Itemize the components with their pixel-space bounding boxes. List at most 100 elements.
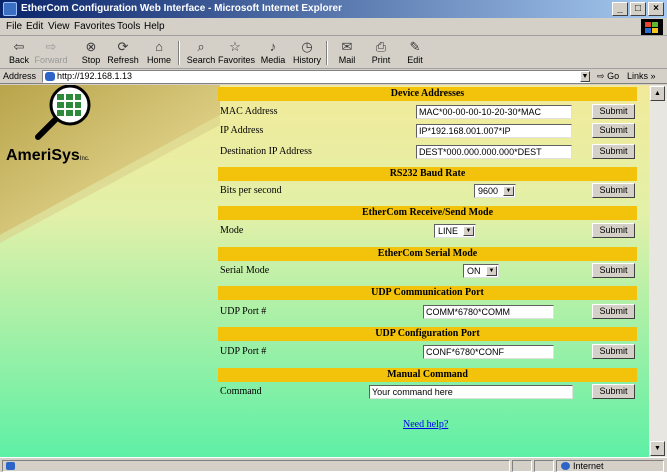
refresh-button[interactable]: ⟳ Refresh — [106, 39, 140, 67]
toolbar-separator — [178, 41, 180, 65]
media-icon: ♪ — [269, 39, 277, 54]
chevron-down-icon: ▼ — [486, 266, 497, 276]
scroll-down-button[interactable]: ▼ — [650, 441, 665, 456]
ip-submit-button[interactable]: Submit — [592, 123, 635, 138]
window-title: EtherCom Configuration Web Interface - M… — [21, 3, 342, 14]
edit-button[interactable]: ✎ Edit — [398, 39, 432, 67]
stop-icon: ⊗ — [85, 39, 97, 54]
windows-logo-icon — [641, 19, 663, 35]
back-button[interactable]: ⇦ Back — [2, 39, 36, 67]
minimize-button[interactable]: _ — [612, 2, 628, 16]
section-header-device-addresses: Device Addresses — [218, 87, 637, 101]
back-arrow-icon: ⇦ — [13, 39, 25, 54]
vertical-scrollbar[interactable]: ▲ ▼ — [649, 85, 667, 457]
section-header-rs-mode: EtherCom Receive/Send Mode — [218, 206, 637, 220]
dest-ip-label: Destination IP Address — [220, 146, 312, 157]
menu-bar: File Edit View Favorites Tools Help — [0, 18, 667, 36]
history-icon: ◷ — [301, 39, 313, 54]
menu-help[interactable]: Help — [144, 21, 165, 32]
favorites-icon: ☆ — [229, 39, 241, 54]
security-zone-panel: Internet — [556, 460, 664, 472]
section-header-baud-rate: RS232 Baud Rate — [218, 167, 637, 181]
row-ip-address: IP Address IP*192.168.001.007*IP Submit — [218, 122, 637, 140]
udp-conf-port-input[interactable]: CONF*6780*CONF — [423, 345, 554, 359]
status-bar: Internet — [0, 457, 667, 472]
row-bits-per-second: Bits per second 9600 ▼ Submit — [218, 182, 637, 200]
need-help-link[interactable]: Need help? — [403, 419, 448, 430]
row-mode: Mode LINE ▼ Submit — [218, 222, 637, 240]
row-udp-comm-port: UDP Port # COMM*6780*COMM Submit — [218, 303, 637, 321]
address-bar: Address http://192.168.1.13 ▼ ⇨ Go Links… — [0, 70, 667, 84]
stop-button[interactable]: ⊗ Stop — [74, 39, 108, 67]
toolbar: ⇦ Back ⇨ Forward ⊗ Stop ⟳ Refresh ⌂ Home… — [0, 37, 667, 69]
ip-input[interactable]: IP*192.168.001.007*IP — [416, 124, 572, 138]
address-input[interactable]: http://192.168.1.13 — [42, 70, 590, 83]
go-arrow-icon: ⇨ — [597, 71, 605, 81]
go-button[interactable]: ⇨ Go — [597, 71, 619, 82]
row-dest-ip: Destination IP Address DEST*000.000.000.… — [218, 143, 637, 161]
ip-label: IP Address — [220, 125, 264, 136]
mac-input[interactable]: MAC*00-00-00-10-20-30*MAC — [416, 105, 572, 119]
close-button[interactable]: × — [648, 2, 664, 16]
toolbar-separator — [326, 41, 328, 65]
mac-label: MAC Address — [220, 106, 278, 117]
command-label: Command — [220, 386, 262, 397]
maximize-button[interactable]: □ — [630, 2, 646, 16]
favorites-button[interactable]: ☆ Favorites — [218, 39, 255, 67]
dest-ip-submit-button[interactable]: Submit — [592, 144, 635, 159]
globe-icon — [561, 462, 570, 470]
mode-select[interactable]: LINE ▼ — [434, 224, 476, 238]
title-bar: EtherCom Configuration Web Interface - M… — [0, 0, 667, 18]
udp-comm-port-input[interactable]: COMM*6780*COMM — [423, 305, 554, 319]
media-button[interactable]: ♪ Media — [256, 39, 290, 67]
forward-arrow-icon: ⇨ — [45, 39, 57, 54]
chevron-down-icon: ▼ — [503, 186, 514, 196]
menu-file[interactable]: File — [6, 21, 22, 32]
row-serial-mode: Serial Mode ON ▼ Submit — [218, 262, 637, 280]
row-command: Command Your command here Submit — [218, 383, 637, 401]
udp-comm-submit-button[interactable]: Submit — [592, 304, 635, 319]
serial-mode-submit-button[interactable]: Submit — [592, 263, 635, 278]
mode-submit-button[interactable]: Submit — [592, 223, 635, 238]
menu-view[interactable]: View — [48, 21, 70, 32]
udp-conf-port-label: UDP Port # — [220, 346, 267, 357]
links-button[interactable]: Links » — [627, 71, 656, 81]
print-button[interactable]: ⎙ Print — [364, 39, 398, 67]
section-header-udp-comm: UDP Communication Port — [218, 286, 637, 300]
bps-select[interactable]: 9600 ▼ — [474, 184, 516, 198]
serial-mode-select[interactable]: ON ▼ — [463, 264, 499, 278]
print-icon: ⎙ — [375, 39, 387, 54]
bps-label: Bits per second — [220, 185, 282, 196]
section-header-udp-config: UDP Configuration Port — [218, 327, 637, 341]
address-label: Address — [3, 71, 37, 81]
chevron-down-icon: ▼ — [463, 226, 474, 236]
menu-edit[interactable]: Edit — [26, 21, 43, 32]
page-icon — [45, 72, 55, 81]
refresh-icon: ⟳ — [117, 39, 129, 54]
home-button[interactable]: ⌂ Home — [142, 39, 176, 67]
history-button[interactable]: ◷ History — [290, 39, 324, 67]
udp-conf-submit-button[interactable]: Submit — [592, 344, 635, 359]
command-submit-button[interactable]: Submit — [592, 384, 635, 399]
address-dropdown-button[interactable]: ▼ — [580, 71, 590, 82]
status-text-panel — [2, 460, 510, 472]
udp-comm-port-label: UDP Port # — [220, 306, 267, 317]
menu-tools[interactable]: Tools — [117, 21, 140, 32]
row-udp-conf-port: UDP Port # CONF*6780*CONF Submit — [218, 343, 637, 361]
scroll-up-button[interactable]: ▲ — [650, 86, 665, 101]
mode-label: Mode — [220, 225, 244, 236]
dest-ip-input[interactable]: DEST*000.000.000.000*DEST — [416, 145, 572, 159]
bps-submit-button[interactable]: Submit — [592, 183, 635, 198]
mac-submit-button[interactable]: Submit — [592, 104, 635, 119]
command-input[interactable]: Your command here — [369, 385, 573, 399]
home-icon: ⌂ — [155, 39, 163, 54]
search-button[interactable]: ⌕ Search — [184, 39, 218, 67]
row-mac-address: MAC Address MAC*00-00-00-10-20-30*MAC Su… — [218, 103, 637, 121]
mail-button[interactable]: ✉ Mail — [330, 39, 364, 67]
section-header-serial-mode: EtherCom Serial Mode — [218, 247, 637, 261]
forward-button[interactable]: ⇨ Forward — [34, 39, 68, 67]
mail-icon: ✉ — [341, 39, 353, 54]
status-panel — [512, 460, 532, 472]
menu-favorites[interactable]: Favorites — [74, 21, 115, 32]
status-panel — [534, 460, 554, 472]
